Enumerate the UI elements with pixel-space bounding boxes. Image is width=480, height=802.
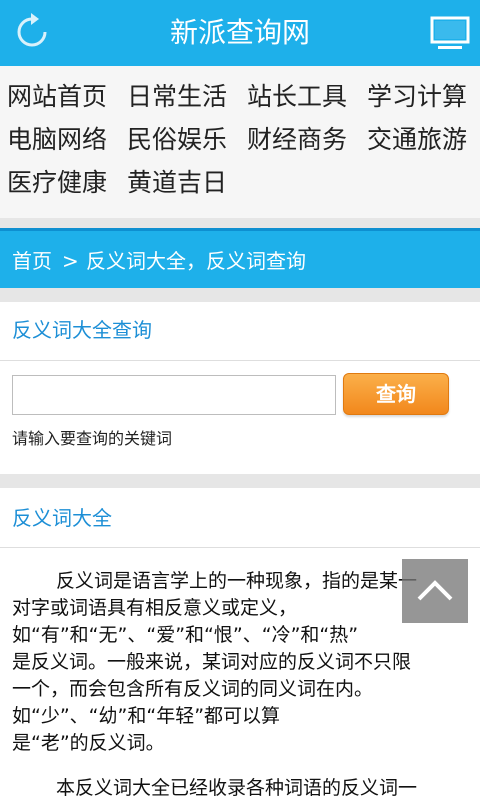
article-line: 如“少”、“幼”和“年轻”都可以算 — [12, 705, 281, 727]
monitor-icon[interactable] — [430, 16, 470, 52]
search-hint: 请输入要查询的关键词 — [12, 429, 173, 448]
search-button[interactable]: 查询 — [343, 373, 449, 415]
breadcrumb: 首页 > 反义词大全，反义词查询 — [0, 228, 480, 288]
breadcrumb-current-page: 反义词大全，反义词查询 — [86, 249, 306, 273]
section-gap — [0, 218, 480, 228]
search-section-title: 反义词大全查询 — [12, 318, 152, 342]
breadcrumb-separator-icon: > — [62, 249, 79, 273]
article-body: 反义词是语言学上的一种现象，指的是某一 对字或词语具有相反意义或定义， 如“有”… — [12, 568, 468, 802]
article-line: 对字或词语具有相反意义或定义， — [12, 597, 298, 619]
divider — [0, 360, 480, 361]
article-paragraph: 本反义词大全已经收录各种词语的反义词一 — [56, 777, 418, 799]
nav-item-daily-life[interactable]: 日常生活 — [127, 80, 227, 114]
app-header: 新派查询网 — [0, 0, 480, 66]
nav-item-folk-entertainment[interactable]: 民俗娱乐 — [127, 123, 227, 157]
article-line: 是反义词。一般来说，某词对应的反义词不只限 — [12, 651, 412, 673]
search-input[interactable] — [12, 375, 336, 415]
nav-item-webmaster-tools[interactable]: 站长工具 — [247, 80, 347, 114]
divider — [0, 547, 480, 548]
article-line: 一个，而会包含所有反义词的同义词在内。 — [12, 678, 374, 700]
article-line: 反义词是语言学上的一种现象，指的是某一 — [56, 570, 418, 592]
chevron-up-icon — [417, 580, 453, 601]
nav-item-study-calc[interactable]: 学习计算 — [367, 80, 467, 114]
section-gap — [0, 288, 480, 302]
nav-item-finance-business[interactable]: 财经商务 — [247, 123, 347, 157]
article-line: 如“有”和“无”、“爱”和“恨”、“冷”和“热” — [12, 624, 359, 646]
nav-item-auspicious-days[interactable]: 黄道吉日 — [127, 166, 227, 200]
nav-item-transport-travel[interactable]: 交通旅游 — [367, 123, 467, 157]
section-gap — [0, 474, 480, 488]
nav-item-computer-network[interactable]: 电脑网络 — [7, 123, 107, 157]
back-to-top-button[interactable] — [402, 559, 468, 623]
article-line: 是“老”的反义词。 — [12, 732, 165, 754]
category-nav: 网站首页 日常生活 站长工具 学习计算 电脑网络 民俗娱乐 财经商务 交通旅游 … — [0, 66, 480, 218]
site-title: 新派查询网 — [169, 16, 310, 49]
breadcrumb-home-link[interactable]: 首页 — [12, 248, 52, 274]
article-section-title: 反义词大全 — [12, 506, 112, 530]
nav-item-home[interactable]: 网站首页 — [7, 80, 107, 114]
nav-item-medical-health[interactable]: 医疗健康 — [7, 166, 107, 200]
